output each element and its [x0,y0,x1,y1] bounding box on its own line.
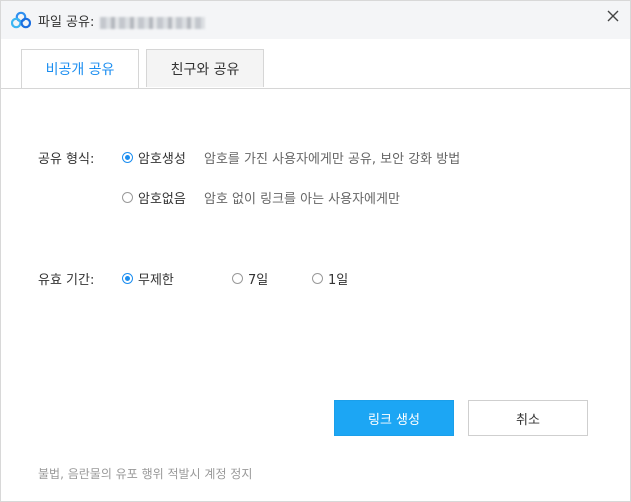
cloud-logo-icon [11,11,31,29]
radio-no-password-label: 암호없음 [138,192,186,207]
radio-password-create-label: 암호생성 [138,152,186,167]
no-password-description: 암호 없이 링크를 아는 사용자에게만 [204,192,400,207]
create-link-button[interactable]: 링크 생성 [334,400,454,436]
footer-warning: 불법, 음란물의 유포 행위 적발시 계정 정지 [38,467,253,481]
share-type-label: 공유 형식: [38,152,95,167]
radio-dot [312,273,323,284]
radio-dot [122,152,133,163]
radio-unlimited-label: 무제한 [138,273,174,288]
create-link-label: 링크 생성 [368,412,420,428]
tab-share-with-friends-label: 친구와 공유 [170,61,240,78]
radio-dot [232,273,243,284]
radio-1-day[interactable]: 1일 [312,269,348,288]
radio-unlimited[interactable]: 무제한 [122,269,174,288]
tab-private-share-label: 비공개 공유 [45,62,115,78]
radio-1-day-label: 1일 [328,273,349,288]
title-bar: 파일 공유: [1,1,630,39]
radio-7-days[interactable]: 7일 [232,269,268,288]
close-icon [607,10,619,22]
radio-dot [122,273,133,284]
window-title-label: 파일 공유: [38,15,95,30]
password-create-description: 암호를 가진 사용자에게만 공유, 보안 강화 방법 [204,152,461,167]
cancel-button[interactable]: 취소 [468,400,588,436]
tab-bar: 비공개 공유 친구와 공유 [1,39,630,89]
tab-share-with-friends[interactable]: 친구와 공유 [146,49,264,87]
cancel-label: 취소 [516,412,540,428]
window-title: 파일 공유: [38,11,206,30]
validity-label: 유효 기간: [38,273,95,288]
share-dialog: 파일 공유: 비공개 공유 친구와 공유 공유 형식: 암호생성 암호를 가진 … [0,0,631,502]
close-button[interactable] [602,5,624,27]
radio-dot [122,192,133,203]
radio-no-password[interactable]: 암호없음 [122,188,186,207]
tab-private-share[interactable]: 비공개 공유 [21,49,139,88]
blurred-filename [100,16,206,29]
radio-password-create[interactable]: 암호생성 [122,148,186,167]
radio-7-days-label: 7일 [248,273,269,288]
